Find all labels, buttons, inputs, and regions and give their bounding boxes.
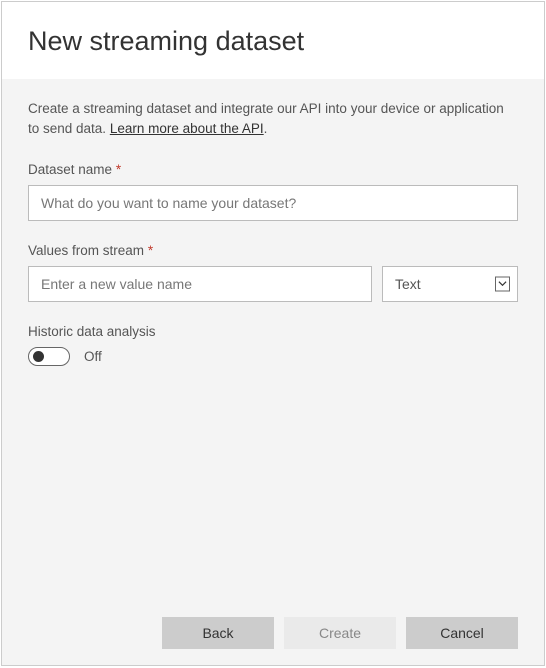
dialog-content: Create a streaming dataset and integrate… <box>2 79 544 603</box>
create-button[interactable]: Create <box>284 617 396 649</box>
dialog-header: New streaming dataset <box>2 2 544 79</box>
page-title: New streaming dataset <box>28 26 518 57</box>
historic-data-toggle-row: Off <box>28 347 518 366</box>
dataset-name-label-text: Dataset name <box>28 162 112 177</box>
values-row: Text <box>28 266 518 302</box>
dataset-name-label: Dataset name * <box>28 162 518 177</box>
cancel-button[interactable]: Cancel <box>406 617 518 649</box>
dataset-name-field: Dataset name * <box>28 162 518 221</box>
dialog-panel: New streaming dataset Create a streaming… <box>1 1 545 666</box>
value-type-select[interactable]: Text <box>382 266 518 302</box>
values-from-stream-field: Values from stream * Text <box>28 243 518 302</box>
historic-data-field: Historic data analysis Off <box>28 324 518 366</box>
historic-data-label: Historic data analysis <box>28 324 518 339</box>
toggle-knob <box>33 351 44 362</box>
dialog-footer: Back Create Cancel <box>2 603 544 665</box>
learn-more-link[interactable]: Learn more about the API <box>110 121 264 136</box>
dataset-name-input[interactable] <box>28 185 518 221</box>
values-from-stream-label-text: Values from stream <box>28 243 144 258</box>
description-text: Create a streaming dataset and integrate… <box>28 99 518 140</box>
value-name-input[interactable] <box>28 266 372 302</box>
description-after: . <box>264 121 268 136</box>
historic-data-toggle[interactable] <box>28 347 70 366</box>
historic-data-state: Off <box>84 349 102 364</box>
back-button[interactable]: Back <box>162 617 274 649</box>
required-asterisk: * <box>148 243 153 258</box>
values-from-stream-label: Values from stream * <box>28 243 518 258</box>
required-asterisk: * <box>116 162 121 177</box>
value-type-selected: Text <box>382 266 518 302</box>
